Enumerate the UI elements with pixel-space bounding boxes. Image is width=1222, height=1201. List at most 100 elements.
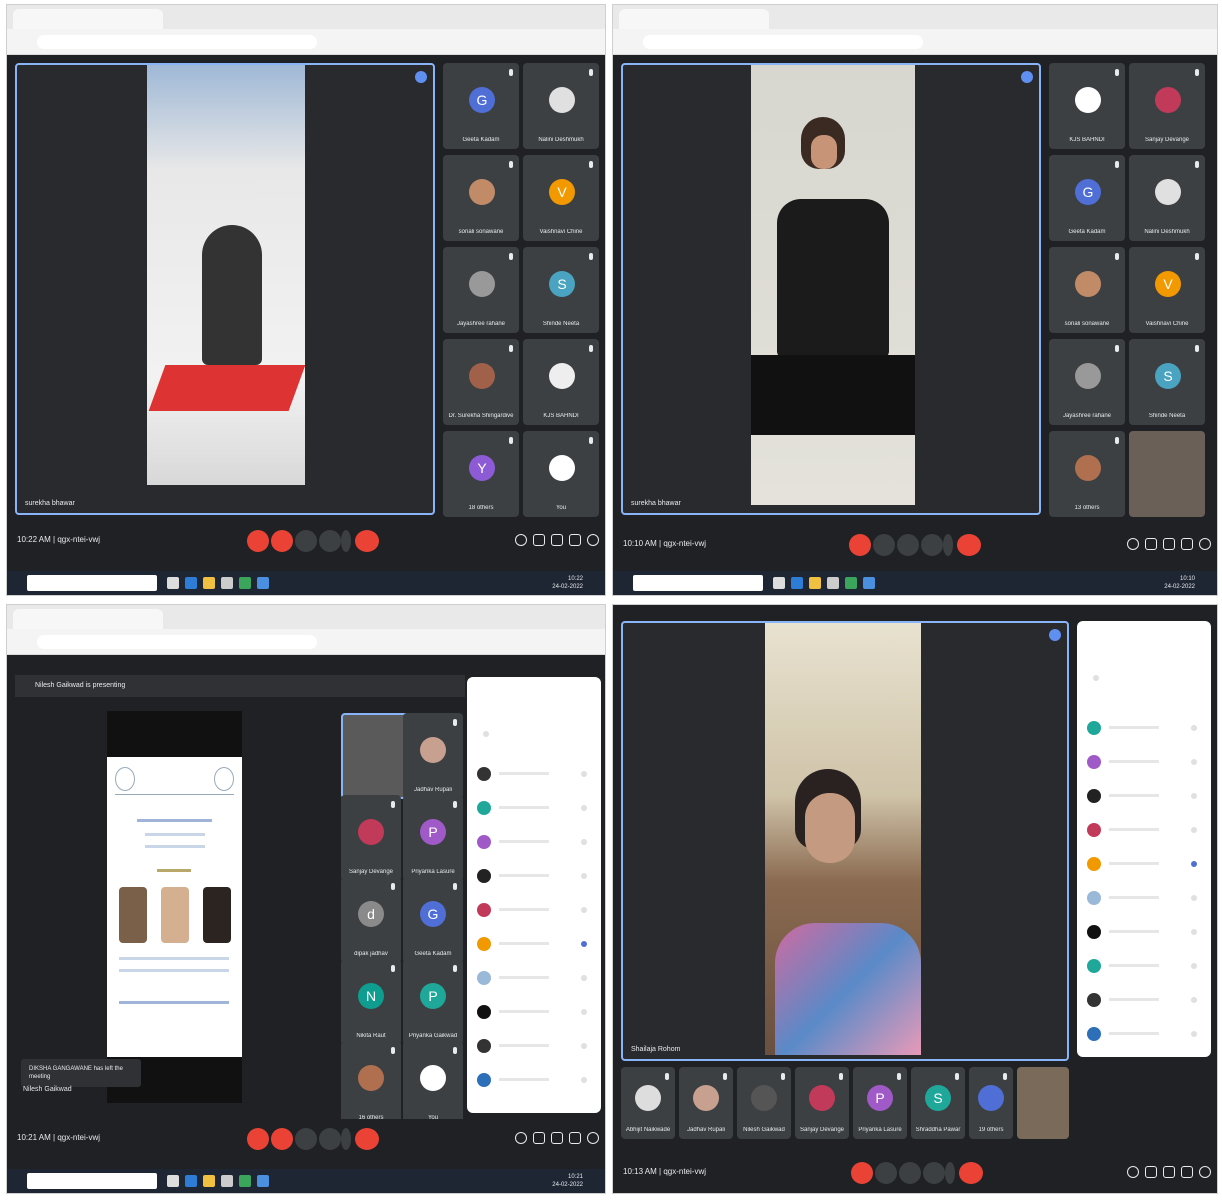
participant-tile[interactable]: Y 18 others	[443, 431, 519, 517]
present-button[interactable]	[319, 530, 341, 552]
participant-tile[interactable]: P Priyanka Gaikwad	[403, 959, 463, 1045]
end-call-button[interactable]	[355, 1128, 379, 1150]
person-row[interactable]	[477, 1073, 591, 1087]
browser-tab[interactable]	[13, 609, 163, 629]
people-icon[interactable]	[1145, 1166, 1157, 1178]
info-icon[interactable]	[1127, 538, 1139, 550]
person-row[interactable]	[1087, 891, 1201, 905]
people-icon[interactable]	[1145, 538, 1157, 550]
host-controls-icon[interactable]	[587, 534, 599, 546]
participant-tile[interactable]: G Geeta Kadam	[1049, 155, 1125, 241]
browser-tab[interactable]	[619, 9, 769, 29]
store-icon[interactable]	[221, 1175, 233, 1187]
captions-button[interactable]	[897, 534, 919, 556]
folder-icon[interactable]	[203, 577, 215, 589]
captions-button[interactable]	[295, 1128, 317, 1150]
taskview-icon[interactable]	[167, 577, 179, 589]
taskbar-search[interactable]	[27, 575, 157, 591]
end-call-button[interactable]	[355, 530, 379, 552]
person-row[interactable]	[477, 1005, 591, 1019]
person-row[interactable]	[477, 1039, 591, 1053]
camera-toggle-button[interactable]	[271, 530, 293, 552]
participant-tile[interactable]: Jayashree rahane	[1049, 339, 1125, 425]
chat-icon[interactable]	[1163, 538, 1175, 550]
participant-tile[interactable]: You	[523, 431, 599, 517]
chrome-icon[interactable]	[257, 1175, 269, 1187]
end-call-button[interactable]	[957, 534, 981, 556]
person-row[interactable]	[477, 937, 591, 951]
people-icon[interactable]	[533, 534, 545, 546]
edge-icon[interactable]	[185, 577, 197, 589]
address-bar[interactable]	[37, 35, 317, 49]
participant-tile[interactable]: S Shraddha Pawar	[911, 1067, 965, 1139]
captions-button[interactable]	[899, 1162, 921, 1184]
present-button[interactable]	[921, 534, 943, 556]
participant-tile[interactable]: V Vaishnavi Chine	[523, 155, 599, 241]
camera-toggle-button[interactable]	[873, 534, 895, 556]
chat-icon[interactable]	[551, 534, 563, 546]
person-row[interactable]	[1087, 789, 1201, 803]
participant-tile[interactable]: S Shinde Neeta	[1129, 339, 1205, 425]
mic-toggle-button[interactable]	[247, 1128, 269, 1150]
participant-tile[interactable]: Abhijit Naikwade	[621, 1067, 675, 1139]
chat-icon[interactable]	[551, 1132, 563, 1144]
folder-icon[interactable]	[809, 577, 821, 589]
participant-tile[interactable]: sonali sonawane	[1049, 247, 1125, 333]
person-row[interactable]	[1087, 721, 1201, 735]
app-icon[interactable]	[845, 577, 857, 589]
address-bar[interactable]	[643, 35, 923, 49]
activities-icon[interactable]	[569, 534, 581, 546]
mic-toggle-button[interactable]	[851, 1162, 873, 1184]
person-row[interactable]	[1087, 925, 1201, 939]
captions-button[interactable]	[295, 530, 317, 552]
camera-toggle-button[interactable]	[271, 1128, 293, 1150]
browser-tab[interactable]	[13, 9, 163, 29]
participant-tile[interactable]: Sanjay Devange	[795, 1067, 849, 1139]
participant-tile[interactable]: V Vaishnavi Chine	[1129, 247, 1205, 333]
participant-tile[interactable]: S Shinde Neeta	[523, 247, 599, 333]
participant-tile[interactable]: Jayashree rahane	[443, 247, 519, 333]
person-row[interactable]	[1087, 823, 1201, 837]
host-controls-icon[interactable]	[1199, 1166, 1211, 1178]
participant-tile[interactable]: KJS BAHNDI	[523, 339, 599, 425]
self-view-tile[interactable]	[1017, 1067, 1069, 1139]
person-row[interactable]	[477, 767, 591, 781]
present-button[interactable]	[923, 1162, 945, 1184]
add-people-icon[interactable]	[483, 731, 489, 737]
taskview-icon[interactable]	[167, 1175, 179, 1187]
mic-toggle-button[interactable]	[247, 530, 269, 552]
participant-tile[interactable]: KJS BAHNDI	[1049, 63, 1125, 149]
host-controls-icon[interactable]	[1199, 538, 1211, 550]
person-row[interactable]	[477, 971, 591, 985]
participant-tile[interactable]: Jadhav Rupali	[403, 713, 463, 799]
edge-icon[interactable]	[791, 577, 803, 589]
camera-toggle-button[interactable]	[875, 1162, 897, 1184]
participant-tile[interactable]: G Geeta Kadam	[443, 63, 519, 149]
person-row[interactable]	[477, 903, 591, 917]
participant-tile[interactable]: 19 others	[969, 1067, 1013, 1139]
present-button[interactable]	[319, 1128, 341, 1150]
add-people-icon[interactable]	[1093, 675, 1099, 681]
info-icon[interactable]	[1127, 1166, 1139, 1178]
activities-icon[interactable]	[1181, 1166, 1193, 1178]
store-icon[interactable]	[827, 577, 839, 589]
mic-toggle-button[interactable]	[849, 534, 871, 556]
taskbar-search[interactable]	[633, 575, 763, 591]
taskbar-search[interactable]	[27, 1173, 157, 1189]
participant-tile[interactable]: Nilesh Gaikwad	[737, 1067, 791, 1139]
participant-tile[interactable]: Sanjay Devange	[341, 795, 401, 881]
edge-icon[interactable]	[185, 1175, 197, 1187]
participant-tile[interactable]: Dr. Surekha Shingardive	[443, 339, 519, 425]
activities-icon[interactable]	[569, 1132, 581, 1144]
participant-tile[interactable]: You	[403, 1041, 463, 1127]
person-row[interactable]	[1087, 857, 1201, 871]
store-icon[interactable]	[221, 577, 233, 589]
app-icon[interactable]	[239, 1175, 251, 1187]
folder-icon[interactable]	[203, 1175, 215, 1187]
more-options-button[interactable]	[945, 1162, 955, 1184]
more-options-button[interactable]	[341, 530, 351, 552]
person-row[interactable]	[477, 869, 591, 883]
app-icon[interactable]	[239, 577, 251, 589]
participant-tile[interactable]: N Nikita Raut	[341, 959, 401, 1045]
chrome-icon[interactable]	[863, 577, 875, 589]
